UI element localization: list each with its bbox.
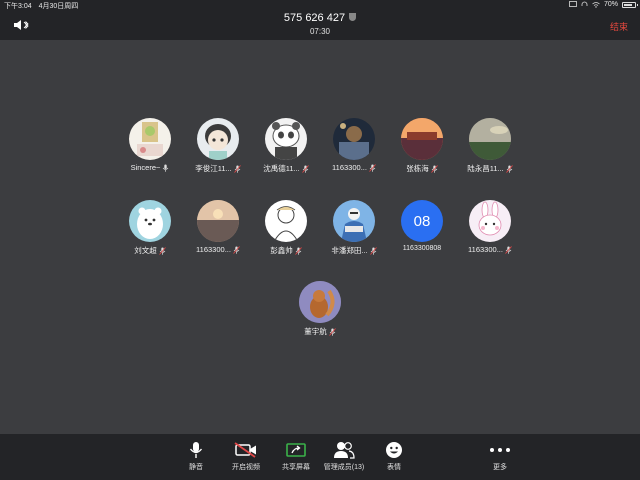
avatar bbox=[401, 118, 443, 160]
muted-microphone-icon bbox=[369, 163, 376, 172]
battery-icon bbox=[622, 1, 638, 8]
more-label: 更多 bbox=[493, 464, 507, 471]
status-bar-right: 70% bbox=[569, 1, 638, 8]
avatar bbox=[469, 200, 511, 242]
participant-name: 沈禹德11... bbox=[263, 164, 300, 173]
more-dots-icon bbox=[490, 448, 510, 452]
avatar bbox=[129, 118, 171, 160]
participant-name: 1163300... bbox=[332, 163, 367, 172]
smiley-icon bbox=[386, 442, 402, 458]
video-off-icon bbox=[234, 442, 256, 458]
share-screen-icon bbox=[286, 442, 306, 457]
avatar bbox=[265, 200, 307, 242]
status-bar-left: 下午3:04 4月30日周四 bbox=[4, 1, 83, 11]
meeting-header: 下午3:04 4月30日周四 70% 575 626 427 07:30 结束 bbox=[0, 0, 640, 40]
avatar bbox=[197, 118, 239, 160]
meeting-toolbar: 静音 开启视频 共享屏幕 管理成员(13) 表情 更多 bbox=[0, 434, 640, 480]
participant-name: 陆永昌11... bbox=[467, 164, 504, 173]
muted-microphone-icon bbox=[301, 164, 309, 173]
avatar bbox=[333, 200, 375, 242]
more-button[interactable]: 更多 bbox=[470, 440, 530, 472]
meeting-id: 575 626 427 bbox=[283, 12, 346, 24]
participant-name: 李俊江11... bbox=[195, 164, 232, 173]
headphones-icon bbox=[581, 1, 588, 6]
muted-microphone-icon bbox=[233, 245, 240, 254]
avatar bbox=[299, 281, 341, 323]
avatar bbox=[333, 118, 375, 160]
avatar-initials: 08 bbox=[413, 212, 431, 230]
participant-name: 董宇航 bbox=[304, 327, 327, 336]
muted-microphone-icon bbox=[158, 246, 166, 255]
muted-microphone-icon bbox=[328, 327, 336, 336]
participant-name-row: 陆永昌11... bbox=[450, 163, 530, 174]
participant-tile[interactable]: 董宇航 bbox=[280, 281, 360, 337]
participant-name: 非潘郑田... bbox=[331, 246, 368, 255]
avatar bbox=[197, 200, 239, 242]
participant-name: Sincere~ bbox=[130, 163, 161, 172]
participant-name: 彭鑫帅 bbox=[270, 246, 293, 255]
end-meeting-button[interactable]: 结束 bbox=[610, 20, 628, 33]
avatar bbox=[469, 118, 511, 160]
avatar bbox=[265, 118, 307, 160]
status-date: 4月30日周四 bbox=[38, 3, 79, 10]
microphone-icon bbox=[163, 164, 169, 172]
screen-mirror-icon bbox=[569, 1, 577, 7]
avatar bbox=[129, 200, 171, 242]
meeting-id-row[interactable]: 575 626 427 bbox=[0, 12, 640, 24]
muted-microphone-icon bbox=[430, 164, 438, 173]
emoji-label: 表情 bbox=[387, 464, 401, 471]
muted-microphone-icon bbox=[369, 246, 377, 255]
emoji-button[interactable]: 表情 bbox=[364, 440, 424, 472]
muted-microphone-icon bbox=[505, 164, 513, 173]
participant-name: 张栋海 bbox=[406, 164, 429, 173]
members-icon bbox=[334, 442, 355, 459]
muted-microphone-icon bbox=[294, 246, 302, 255]
participant-tile[interactable]: 陆永昌11... bbox=[450, 118, 530, 174]
wifi-icon bbox=[592, 1, 600, 8]
meeting-duration: 07:30 bbox=[309, 27, 331, 36]
participant-name: 1163300... bbox=[468, 245, 503, 254]
participant-tile[interactable]: 1163300... bbox=[450, 200, 530, 254]
participant-name: 1163300808 bbox=[402, 245, 442, 252]
participant-name: 1163300... bbox=[196, 245, 231, 254]
participant-name-row: 董宇航 bbox=[280, 326, 360, 337]
participant-name-row: 1163300... bbox=[450, 245, 530, 254]
status-time: 下午3:04 bbox=[4, 3, 32, 10]
muted-microphone-icon bbox=[233, 164, 241, 173]
shield-icon bbox=[349, 13, 357, 21]
microphone-icon bbox=[189, 442, 203, 458]
participant-name: 刘文超 bbox=[134, 246, 157, 255]
muted-microphone-icon bbox=[505, 245, 512, 254]
battery-percentage: 70% bbox=[603, 1, 618, 8]
avatar: 08 bbox=[401, 200, 443, 242]
